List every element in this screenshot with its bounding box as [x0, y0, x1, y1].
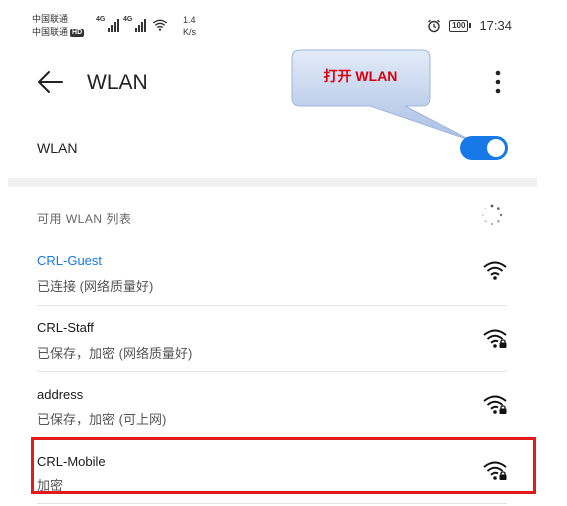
- signal-group: 4G 4G: [96, 16, 168, 32]
- network-name: CRL-Guest: [37, 253, 103, 268]
- network-name: address: [37, 387, 84, 402]
- status-right: 100 17:34: [427, 18, 512, 33]
- network-item-crl-staff[interactable]: CRL-Staff 已保存，加密 (网络质量好): [37, 306, 507, 372]
- speed-unit: K/s: [183, 27, 197, 37]
- carrier-info: 中国联通 中国联通 HD: [32, 13, 85, 39]
- clock: 17:34: [479, 18, 512, 33]
- network-name: CRL-Staff: [37, 320, 94, 335]
- highlight-box: [31, 437, 536, 494]
- network-item-crl-guest[interactable]: CRL-Guest 已连接 (网络质量好): [37, 240, 507, 306]
- wlan-switch-label: WLAN: [37, 140, 78, 156]
- network-status: 已保存，加密 (网络质量好): [37, 346, 193, 361]
- signal-icon: 4G: [96, 16, 119, 32]
- section-divider: [8, 178, 537, 187]
- network-type-1: 4G: [96, 16, 106, 23]
- signal-icon: 4G: [123, 16, 146, 32]
- wifi-icon: [483, 261, 507, 280]
- wifi-icon: [152, 19, 168, 31]
- wlan-toggle[interactable]: [460, 136, 508, 160]
- row-divider: [37, 503, 507, 504]
- page-title: WLAN: [87, 71, 148, 94]
- loading-spinner-icon: [482, 204, 503, 225]
- wifi-lock-icon: [483, 395, 507, 414]
- arrow-left-icon[interactable]: [36, 68, 64, 96]
- toggle-knob: [487, 139, 505, 157]
- wifi-lock-icon: [483, 329, 507, 348]
- available-networks-header: 可用 WLAN 列表: [37, 212, 132, 226]
- network-type-2: 4G: [123, 16, 133, 23]
- battery-icon: 100: [449, 19, 472, 32]
- carrier-2: 中国联通: [32, 27, 69, 37]
- hd-badge: HD: [70, 29, 85, 37]
- network-speed: 1.4 K/s: [183, 14, 196, 38]
- carrier-1: 中国联通: [32, 14, 69, 24]
- status-bar: 中国联通 中国联通 HD 4G 4G 1.4 K/s 100 17:34: [0, 0, 567, 48]
- network-item-address[interactable]: address 已保存，加密 (可上网): [37, 372, 507, 438]
- alarm-icon: [428, 19, 441, 32]
- speed-value: 1.4: [183, 15, 196, 25]
- battery-level: 100: [449, 19, 469, 32]
- network-status: 已保存，加密 (可上网): [37, 412, 167, 427]
- more-vertical-icon[interactable]: [488, 68, 508, 96]
- callout-text: 打开 WLAN: [323, 68, 398, 84]
- network-status: 已连接 (网络质量好): [37, 279, 154, 294]
